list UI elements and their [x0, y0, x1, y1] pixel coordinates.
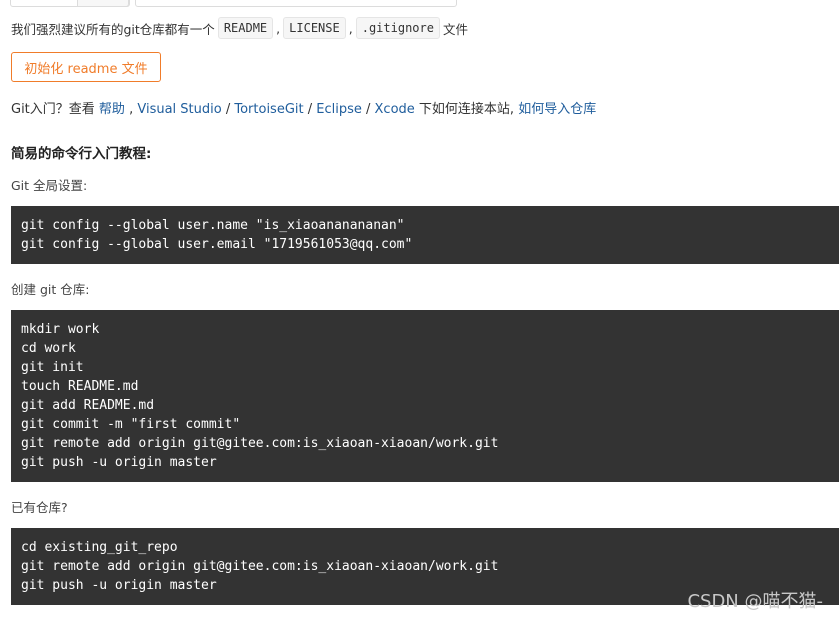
init-readme-button[interactable]: 初始化 readme 文件 — [11, 52, 161, 82]
code-line: git config --global user.name "is_xiaoan… — [21, 218, 405, 233]
code-line: cd existing_git_repo — [21, 540, 178, 555]
xcode-link[interactable]: Xcode — [375, 102, 415, 117]
code-line: mkdir work — [21, 322, 100, 337]
section-title: 简易的命令行入门教程: — [11, 146, 152, 162]
page: 我们强烈建议所有的git仓库都有一个 README , LICENSE , .g… — [0, 0, 839, 617]
code-line: cd work — [21, 341, 76, 356]
tag-separator: , — [348, 20, 353, 36]
create-repo-code: mkdir work cd work git init touch README… — [11, 310, 839, 482]
separator: / — [221, 102, 235, 117]
gitignore-tag: .gitignore — [355, 17, 440, 39]
license-tag: LICENSE — [283, 17, 346, 39]
clone-url-field[interactable] — [135, 0, 457, 7]
global-settings-label: Git 全局设置: — [11, 178, 88, 193]
protocol-toggle[interactable] — [77, 0, 129, 7]
import-repo-link[interactable]: 如何导入仓库 — [518, 102, 596, 117]
csdn-watermark: CSDN @喵不猫- — [687, 591, 823, 612]
global-settings-code: git config --global user.name "is_xiaoan… — [11, 206, 839, 264]
code-line: touch README.md — [21, 379, 139, 394]
create-repo-label: 创建 git 仓库: — [11, 282, 90, 297]
help-line: Git入门？查看 帮助 , Visual Studio / TortoiseGi… — [11, 98, 596, 117]
code-line: git config --global user.email "17195610… — [21, 237, 413, 252]
recommend-suffix: 文件 — [442, 21, 468, 37]
recommend-line: 我们强烈建议所有的git仓库都有一个 README , LICENSE , .g… — [11, 17, 468, 39]
code-line: git remote add origin git@gitee.com:is_x… — [21, 559, 499, 574]
code-line: git remote add origin git@gitee.com:is_x… — [21, 436, 499, 451]
code-line: git add README.md — [21, 398, 155, 413]
separator: / — [361, 102, 375, 117]
code-line: git init — [21, 360, 84, 375]
readme-tag: README — [217, 17, 274, 39]
tag-separator: , — [276, 20, 281, 36]
help-link[interactable]: 帮助 — [99, 102, 125, 117]
existing-repo-label: 已有仓库? — [11, 500, 68, 515]
eclipse-link[interactable]: Eclipse — [316, 102, 362, 117]
recommend-prefix: 我们强烈建议所有的git仓库都有一个 — [11, 21, 215, 37]
separator: , — [124, 102, 138, 117]
code-line: git push -u origin master — [21, 455, 217, 470]
visual-studio-link[interactable]: Visual Studio — [137, 102, 221, 117]
help-prefix: Git入门？查看 — [11, 102, 99, 117]
tortoisegit-link[interactable]: TortoiseGit — [234, 102, 303, 117]
help-middle: 下如何连接本站, — [414, 102, 519, 117]
code-line: git commit -m "first commit" — [21, 417, 241, 432]
separator: / — [303, 102, 317, 117]
